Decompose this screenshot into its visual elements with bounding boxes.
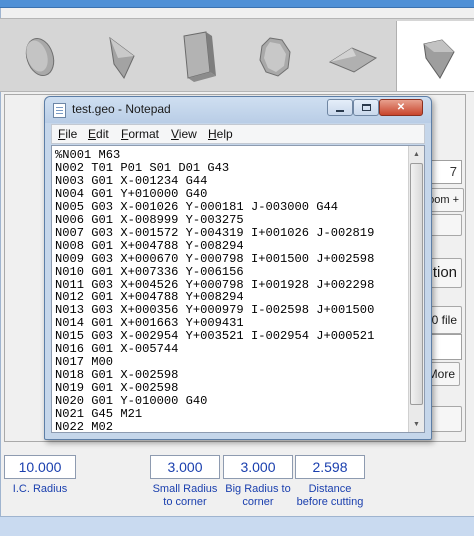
insert-shape-toolbar	[0, 18, 474, 92]
window-bottom-strip	[0, 516, 474, 536]
minimize-icon	[336, 109, 344, 112]
nc-program-text[interactable]: %N001 M63 N002 T01 P01 S01 D01 G43 N003 …	[55, 149, 405, 432]
distance-value[interactable]: 2.598	[295, 455, 365, 479]
vertical-scrollbar[interactable]: ▲ ▼	[408, 146, 424, 432]
menu-help[interactable]: Help	[208, 127, 233, 141]
big-radius-value[interactable]: 3.000	[223, 455, 293, 479]
notepad-text-area[interactable]: %N001 M63 N002 T01 P01 S01 D01 G43 N003 …	[51, 145, 425, 433]
notepad-menu-bar: File Edit Format View Help	[51, 124, 425, 144]
small-radius-value[interactable]: 3.000	[150, 455, 220, 479]
ic-radius-value[interactable]: 10.000	[4, 455, 76, 479]
close-icon: ✕	[396, 102, 406, 113]
maximize-button[interactable]	[353, 99, 379, 116]
triangle-insert-icon	[109, 36, 135, 79]
close-button[interactable]: ✕	[379, 99, 423, 116]
minimize-button[interactable]	[327, 99, 353, 116]
menu-file[interactable]: File	[58, 127, 77, 141]
ic-radius-label: I.C. Radius	[12, 483, 68, 495]
scroll-up-icon[interactable]: ▲	[409, 146, 424, 162]
square-insert-button[interactable]	[158, 21, 234, 91]
square-insert-icon	[183, 31, 216, 82]
window-top-strip	[0, 0, 474, 8]
menu-view[interactable]: View	[171, 127, 197, 141]
round-insert-icon	[25, 37, 55, 77]
triangle-insert-button[interactable]	[80, 21, 156, 91]
notepad-document-icon	[53, 103, 66, 118]
trigon-insert-button[interactable]	[396, 21, 474, 91]
round-insert-button[interactable]	[2, 21, 78, 91]
maximize-icon	[361, 104, 371, 111]
octagon-insert-icon	[259, 37, 291, 77]
scroll-down-icon[interactable]: ▼	[409, 416, 424, 432]
notepad-title-bar[interactable]: test.geo - Notepad ✕	[45, 97, 431, 123]
menu-format[interactable]: Format	[121, 127, 159, 141]
menu-edit[interactable]: Edit	[88, 127, 109, 141]
scroll-thumb[interactable]	[410, 163, 423, 405]
notepad-title: test.geo - Notepad	[72, 102, 171, 116]
diamond-insert-button[interactable]	[314, 21, 390, 91]
diamond-insert-icon	[328, 47, 378, 73]
trigon-insert-icon	[422, 39, 455, 79]
octagon-insert-button[interactable]	[236, 21, 312, 91]
distance-label: Distance before cutting	[296, 483, 364, 508]
notepad-window: test.geo - Notepad ✕ File Edit Format Vi…	[44, 96, 432, 440]
